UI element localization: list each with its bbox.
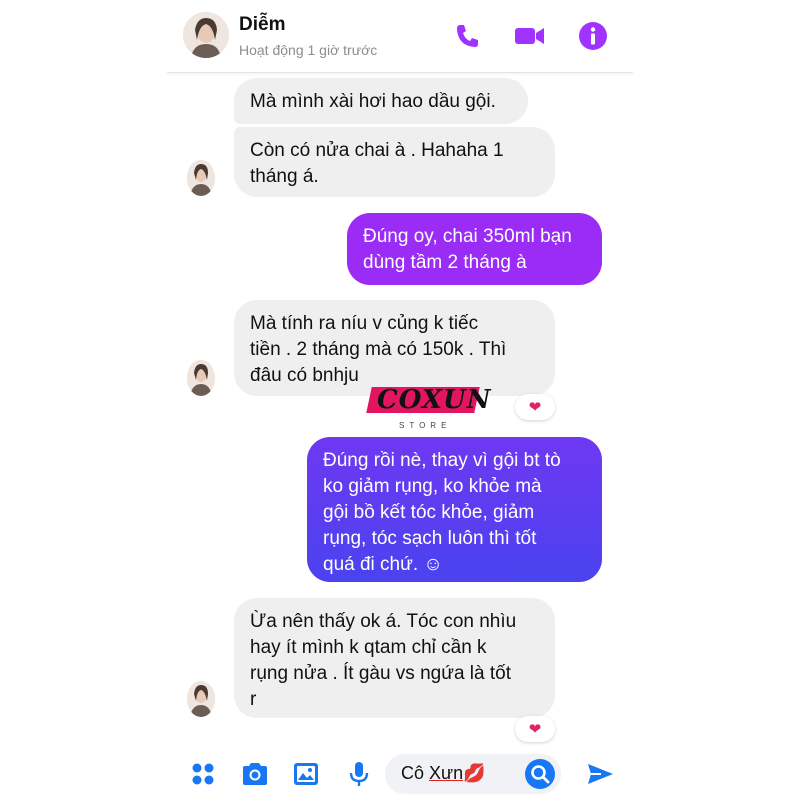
message-text: tháng á. — [250, 166, 319, 187]
message-composer: Cô Xưn💋 — [167, 746, 633, 800]
sender-avatar[interactable] — [187, 360, 215, 396]
input-text-misspelled: Xưn — [429, 763, 464, 783]
active-status: Hoạt động 1 giờ trước — [239, 42, 378, 58]
messenger-screen: Diễm Hoạt động 1 giờ trước Mà mình xài h… — [167, 0, 633, 800]
chat-header: Diễm Hoạt động 1 giờ trước — [167, 0, 633, 73]
message-text: rụng nửa . Ít gàu vs ngứa là tốt — [250, 663, 511, 684]
heart-reaction-icon[interactable]: ❤ — [515, 394, 555, 420]
message-incoming[interactable]: Mà mình xài hơi hao dầu gội. — [234, 78, 528, 124]
watermark-brand: COXUN — [377, 385, 492, 415]
sender-avatar[interactable] — [187, 160, 215, 196]
contact-name: Diễm — [239, 14, 286, 35]
phone-icon[interactable] — [451, 20, 483, 52]
message-incoming[interactable]: Còn có nửa chai à . Hahaha 1 tháng á. — [234, 127, 555, 197]
message-text: hay ít mình k qtam chỉ cần k — [250, 637, 487, 658]
message-incoming[interactable]: Mà tính ra níu v củng k tiếc tiền . 2 th… — [234, 300, 555, 396]
message-outgoing[interactable]: Đúng rồi nè, thay vì gội bt tò ko giảm r… — [307, 437, 602, 582]
message-input-value: Cô Xưn💋 — [401, 763, 486, 784]
message-text: gội bồ kết tóc khỏe, giảm — [323, 502, 535, 523]
info-icon[interactable] — [577, 20, 609, 52]
message-text: Còn có nửa chai à . Hahaha 1 — [250, 140, 504, 161]
sender-avatar[interactable] — [187, 681, 215, 717]
watermark-logo: COXUN STORE — [366, 383, 491, 430]
message-text: r — [250, 689, 257, 710]
message-text: Mà tính ra níu v củng k tiếc — [250, 313, 479, 334]
microphone-icon[interactable] — [345, 760, 373, 788]
heart-reaction-icon[interactable]: ❤ — [515, 716, 555, 742]
contact-avatar[interactable] — [183, 12, 229, 58]
message-text: tiền . 2 tháng mà có 150k . Thì — [250, 339, 507, 360]
message-text: Ừa nên thấy ok á. Tóc con nhìu — [250, 611, 517, 632]
message-text: Mà mình xài hơi hao dầu gội. — [250, 91, 496, 112]
message-text: quá đi chứ. ☺ — [323, 554, 443, 575]
watermark-sub: STORE — [399, 421, 452, 430]
search-icon[interactable] — [525, 759, 555, 789]
message-text: rụng, tóc sạch luôn thì tốt — [323, 528, 537, 549]
message-text: dùng tầm 2 tháng à — [363, 252, 527, 273]
kiss-emoji: 💋 — [463, 763, 486, 783]
message-input[interactable]: Cô Xưn💋 — [385, 754, 561, 794]
message-text: Đúng oy, chai 350ml bạn — [363, 226, 572, 247]
message-text: ko giảm rụng, ko khỏe mà — [323, 476, 542, 497]
apps-grid-icon[interactable] — [189, 760, 217, 788]
input-text-prefix: Cô — [401, 763, 430, 783]
message-outgoing[interactable]: Đúng oy, chai 350ml bạn dùng tầm 2 tháng… — [347, 213, 602, 285]
message-incoming[interactable]: Ừa nên thấy ok á. Tóc con nhìu hay ít mì… — [234, 598, 555, 718]
video-camera-icon[interactable] — [513, 20, 545, 52]
message-text: Đúng rồi nè, thay vì gội bt tò — [323, 450, 561, 471]
image-icon[interactable] — [292, 760, 320, 788]
camera-icon[interactable] — [240, 760, 268, 788]
send-icon[interactable] — [585, 760, 613, 788]
